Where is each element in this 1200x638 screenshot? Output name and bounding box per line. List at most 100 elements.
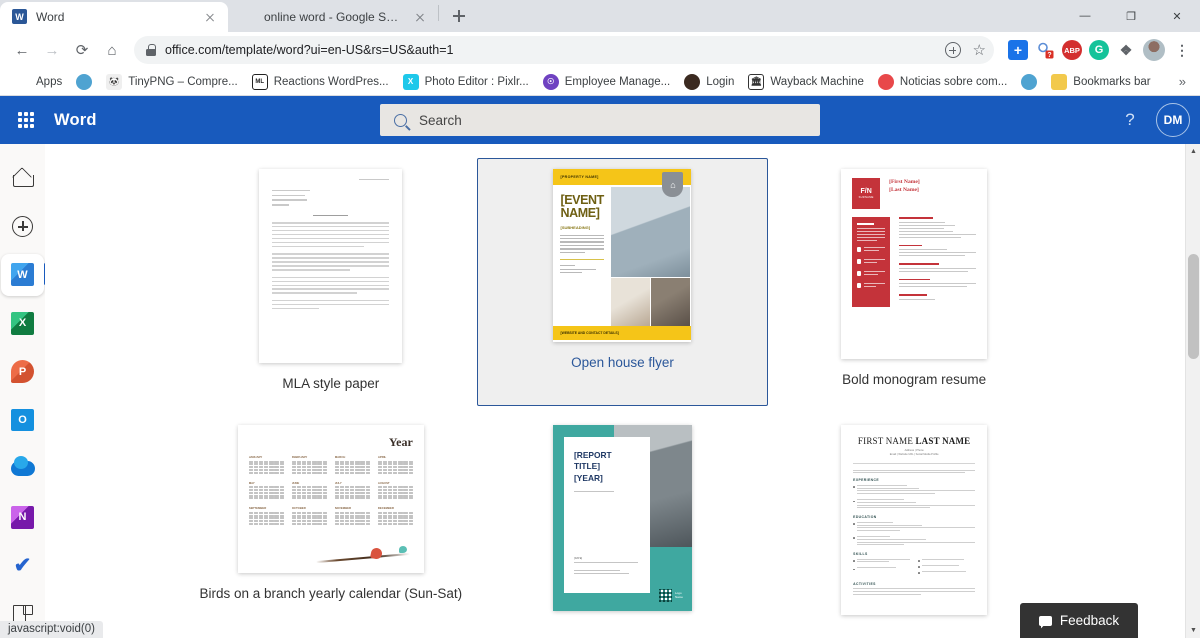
help-icon[interactable]: ?: [1114, 104, 1146, 136]
feedback-button[interactable]: Feedback: [1020, 603, 1138, 638]
bookmark-tinypng[interactable]: 🐼 TinyPNG – Compre...: [100, 71, 244, 93]
bookmark-label: Employee Manage...: [564, 75, 671, 88]
wordpress-icon: ML: [251, 73, 268, 90]
pixlr-icon: X: [402, 73, 419, 90]
puzzle-extensions-icon[interactable]: ❖: [1116, 40, 1136, 60]
bookmark-star-icon[interactable]: ☆: [973, 43, 986, 58]
monogram-name: [First Name] [Last Name]: [889, 179, 920, 194]
app-launcher-waffle-icon[interactable]: [10, 104, 42, 136]
sidebar-item-outlook[interactable]: [0, 397, 45, 445]
apps-grid-icon: [14, 74, 30, 90]
news-icon: [877, 73, 894, 90]
bookmark-reactions-wordpress[interactable]: ML Reactions WordPres...: [246, 71, 395, 93]
office-search-box[interactable]: Search: [380, 104, 820, 136]
feedback-label: Feedback: [1059, 613, 1120, 628]
template-card-bold-monogram-resume[interactable]: F/N SURNAME [First Name] [Last Name] Bol…: [768, 158, 1060, 406]
sidebar-item-powerpoint[interactable]: P: [0, 348, 45, 396]
flyer-footer-bar: [WEBSITE AND CONTACT DETAILS]: [553, 326, 692, 340]
minimize-button[interactable]: —: [1062, 0, 1108, 32]
onedrive-cloud-icon: [10, 456, 35, 481]
todo-check-icon: ✔: [13, 554, 32, 578]
bookmark-globe-1[interactable]: [70, 71, 98, 93]
flyer-photo-third: [651, 277, 691, 326]
svg-text:?: ?: [1047, 52, 1051, 59]
sidebar-item-onenote[interactable]: N: [0, 494, 45, 542]
bookmark-label: Apps: [36, 75, 63, 88]
bookmark-employee-management[interactable]: ☉ Employee Manage...: [537, 71, 676, 93]
resume-section-heading: EXPERIENCE: [853, 478, 880, 483]
globe-icon: [76, 73, 93, 90]
header-actions: ? DM: [1114, 103, 1190, 137]
extensions-area: + ? ABP G ❖ ⋮: [1002, 39, 1192, 61]
template-card-clean-resume[interactable]: FIRST NAME LAST NAME Address | Phone Emai…: [768, 414, 1060, 638]
sidebar-item-home[interactable]: [0, 154, 45, 202]
bookmark-pixlr[interactable]: X Photo Editor : Pixlr...: [397, 71, 535, 93]
close-tab-icon[interactable]: [202, 9, 218, 25]
sidebar-item-onedrive[interactable]: [0, 445, 45, 493]
add-extension-icon[interactable]: +: [1008, 40, 1028, 60]
maximize-button[interactable]: ❐: [1108, 0, 1154, 32]
profile-avatar[interactable]: [1143, 39, 1165, 61]
template-card-report-cover[interactable]: [REPORT TITLE] [YEAR] [DATE] Logo Name: [477, 414, 769, 638]
scrollbar-thumb[interactable]: [1188, 254, 1199, 359]
address-bar[interactable]: office.com/template/word?ui=en-US&rs=US&…: [134, 36, 994, 64]
search-icon: [394, 113, 407, 127]
bookmark-noticias[interactable]: Noticias sobre com...: [872, 71, 1013, 93]
back-button[interactable]: ←: [8, 36, 36, 64]
vertical-scrollbar[interactable]: ▲ ▼: [1185, 144, 1200, 638]
close-window-button[interactable]: ✕: [1154, 0, 1200, 32]
bookmark-apps[interactable]: Apps: [8, 71, 68, 93]
template-label: Bold monogram resume: [842, 372, 987, 387]
adblock-plus-extension-icon[interactable]: ABP: [1062, 40, 1082, 60]
browser-toolbar: ← → ⟳ ⌂ office.com/template/word?ui=en-U…: [0, 32, 1200, 68]
bookmark-folder-bookmarks-bar[interactable]: Bookmarks bar: [1045, 71, 1156, 93]
close-tab-icon[interactable]: [412, 9, 428, 25]
search-help-extension-icon[interactable]: ?: [1035, 40, 1055, 60]
bookmark-label: Bookmarks bar: [1073, 75, 1151, 88]
template-card-mla-style-paper[interactable]: MLA style paper: [185, 158, 477, 406]
flyer-photo-second: [611, 277, 651, 326]
template-card-birds-calendar[interactable]: Year JANUARY FEBRUARY MARCH APRIL MAY JU…: [185, 414, 477, 638]
grammarly-extension-icon[interactable]: G: [1089, 40, 1109, 60]
sidebar-item-create[interactable]: [0, 203, 45, 251]
account-avatar[interactable]: DM: [1156, 103, 1190, 137]
template-label: MLA style paper: [282, 376, 380, 391]
bookmark-label: Photo Editor : Pixlr...: [424, 75, 529, 88]
browser-tab-google-search[interactable]: online word - Google Search: [228, 2, 438, 32]
resume-section-heading: SKILLS: [853, 552, 868, 557]
bookmarks-overflow-icon[interactable]: »: [1173, 74, 1192, 89]
browser-tab-word[interactable]: Word: [0, 2, 228, 32]
bookmark-wayback-machine[interactable]: 🏛 Wayback Machine: [742, 71, 870, 93]
scroll-up-arrow-icon[interactable]: ▲: [1186, 144, 1200, 159]
sidebar-item-word[interactable]: W: [0, 251, 47, 299]
install-app-icon[interactable]: [944, 42, 961, 58]
tab-divider: [438, 4, 439, 21]
flyer-house-badge-icon: ⌂: [662, 172, 684, 197]
bookmark-label: Noticias sobre com...: [899, 75, 1008, 88]
home-button[interactable]: ⌂: [98, 36, 126, 64]
monogram-initials-box: F/N SURNAME: [852, 178, 881, 209]
reload-button[interactable]: ⟳: [68, 36, 96, 64]
chrome-menu-icon[interactable]: ⋮: [1172, 40, 1192, 60]
flyer-event-name: [EVENT NAME]: [560, 193, 604, 220]
bookmark-login[interactable]: Login: [678, 71, 740, 93]
excel-icon: X: [11, 311, 35, 335]
bookmark-label: TinyPNG – Compre...: [128, 75, 238, 88]
resume-section-heading: EDUCATION: [853, 515, 877, 520]
template-label: Birds on a branch yearly calendar (Sun-S…: [199, 586, 463, 601]
forward-button[interactable]: →: [38, 36, 66, 64]
home-icon: [11, 166, 35, 190]
bookmark-globe-2[interactable]: [1015, 71, 1043, 93]
template-thumbnail: F/N SURNAME [First Name] [Last Name]: [841, 169, 988, 359]
word-favicon-icon: [12, 9, 28, 25]
template-card-open-house-flyer[interactable]: [PROPERTY NAME] ⌂ [EVENT NAME] [SUBHEADI…: [476, 158, 769, 406]
sidebar-item-excel[interactable]: X: [0, 300, 45, 348]
scroll-down-arrow-icon[interactable]: ▼: [1186, 623, 1200, 638]
templates-grid: MLA style paper [PROPERTY NAME] ⌂ [EVENT…: [45, 158, 1200, 638]
resume-section-heading: ACTIVITIES: [853, 581, 876, 586]
report-logo: Logo Name: [658, 589, 683, 602]
speech-bubble-icon: [1038, 615, 1052, 626]
powerpoint-icon: P: [11, 360, 35, 384]
sidebar-item-todo[interactable]: ✔: [0, 542, 45, 590]
new-tab-button[interactable]: [445, 2, 473, 30]
